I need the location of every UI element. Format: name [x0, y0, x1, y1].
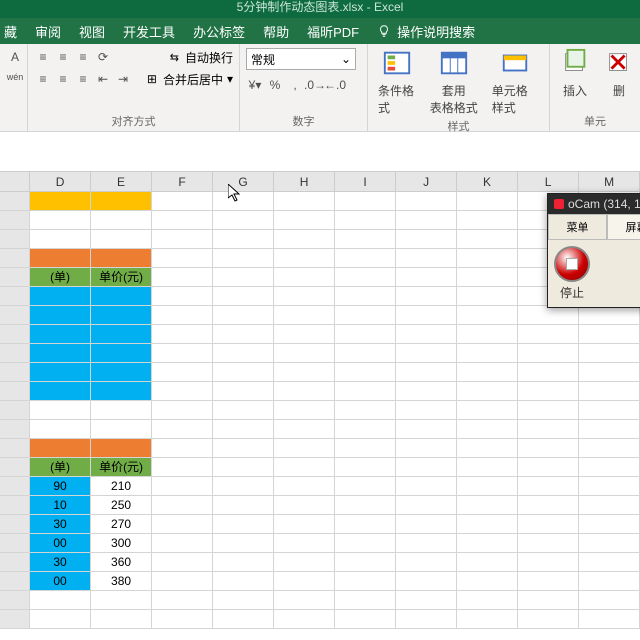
- insert-button[interactable]: 插入: [556, 48, 594, 99]
- indent-dec-icon[interactable]: ⇤: [94, 70, 112, 88]
- menu-bar: 藏 审阅 视图 开发工具 办公标签 帮助 福昕PDF 操作说明搜索: [0, 18, 640, 44]
- stop-icon: [554, 246, 590, 282]
- group-label: 样式: [374, 116, 543, 134]
- select-all[interactable]: [0, 172, 30, 191]
- col-header[interactable]: F: [152, 172, 213, 191]
- align-center-icon[interactable]: ≡: [54, 70, 72, 88]
- ocam-window[interactable]: oCam (314, 13 菜单 屏幕 停止: [547, 193, 640, 308]
- cell[interactable]: 270: [91, 515, 152, 534]
- cell[interactable]: 00: [30, 572, 91, 591]
- font-btn[interactable]: A: [6, 48, 24, 66]
- delete-button[interactable]: 删: [600, 48, 638, 99]
- insert-icon: [560, 48, 590, 78]
- currency-icon[interactable]: ¥▾: [246, 76, 264, 94]
- ocam-titlebar[interactable]: oCam (314, 13: [548, 194, 640, 214]
- cell[interactable]: 10: [30, 496, 91, 515]
- cell-style-button[interactable]: 单元格样式: [488, 48, 543, 116]
- wrap-text-button[interactable]: ⇆自动换行: [170, 48, 233, 66]
- cond-format-icon: [382, 48, 412, 78]
- header-cell[interactable]: 单价(元): [91, 268, 152, 287]
- ocam-tab-menu[interactable]: 菜单: [548, 214, 607, 240]
- group-label: 单元: [556, 111, 634, 129]
- header-cell[interactable]: (单): [30, 458, 91, 477]
- cell[interactable]: 30: [30, 515, 91, 534]
- col-header[interactable]: H: [274, 172, 335, 191]
- ocam-stop-button[interactable]: 停止: [554, 246, 590, 301]
- title-bar: 5分钟制作动态图表.xlsx - Excel: [0, 0, 640, 18]
- menu-item[interactable]: 办公标签: [193, 22, 245, 41]
- col-header[interactable]: E: [91, 172, 152, 191]
- spreadsheet-grid[interactable]: (单)单价(元) (单)单价(元) 90210 10250 30270 0030…: [0, 192, 640, 629]
- table-format-button[interactable]: 套用 表格格式: [426, 48, 482, 116]
- cell[interactable]: 210: [91, 477, 152, 496]
- col-header[interactable]: M: [579, 172, 640, 191]
- ocam-tab-screen[interactable]: 屏幕: [607, 214, 640, 240]
- group-label: 对齐方式: [34, 111, 233, 129]
- align-middle-icon[interactable]: ≡: [54, 48, 72, 66]
- pinyin-btn[interactable]: wén: [6, 68, 24, 86]
- align-left-icon[interactable]: ≡: [34, 70, 52, 88]
- percent-icon[interactable]: %: [266, 76, 284, 94]
- merge-center-button[interactable]: ⊞合并后居中▾: [147, 70, 233, 88]
- cell[interactable]: 90: [30, 477, 91, 496]
- col-header[interactable]: G: [213, 172, 274, 191]
- cell[interactable]: 250: [91, 496, 152, 515]
- column-headers: D E F G H I J K L M: [0, 172, 640, 192]
- conditional-format-button[interactable]: 条件格式: [374, 48, 420, 116]
- align-top-icon[interactable]: ≡: [34, 48, 52, 66]
- cell-style-icon: [500, 48, 530, 78]
- header-cell[interactable]: (单): [30, 268, 91, 287]
- dec-decimal-icon[interactable]: ←.0: [326, 76, 344, 94]
- orientation-icon[interactable]: ⟳: [94, 48, 112, 66]
- formula-bar-area[interactable]: [0, 132, 640, 172]
- menu-item[interactable]: 藏: [4, 22, 17, 41]
- group-label: 数字: [246, 111, 361, 129]
- indent-inc-icon[interactable]: ⇥: [114, 70, 132, 88]
- table-format-icon: [439, 48, 469, 78]
- col-header[interactable]: J: [396, 172, 457, 191]
- lightbulb-icon: [377, 24, 391, 38]
- align-bottom-icon[interactable]: ≡: [74, 48, 92, 66]
- menu-item[interactable]: 福昕PDF: [307, 22, 359, 41]
- delete-icon: [604, 48, 634, 78]
- header-cell[interactable]: 单价(元): [91, 458, 152, 477]
- inc-decimal-icon[interactable]: .0→: [306, 76, 324, 94]
- menu-item[interactable]: 视图: [79, 22, 105, 41]
- cell[interactable]: 380: [91, 572, 152, 591]
- col-header[interactable]: L: [518, 172, 579, 191]
- comma-icon[interactable]: ,: [286, 76, 304, 94]
- chevron-down-icon: ⌄: [341, 52, 351, 66]
- col-header[interactable]: D: [30, 172, 91, 191]
- col-header[interactable]: I: [335, 172, 396, 191]
- number-format-dropdown[interactable]: 常规⌄: [246, 48, 356, 70]
- cell[interactable]: 00: [30, 534, 91, 553]
- cell[interactable]: 300: [91, 534, 152, 553]
- menu-item[interactable]: 帮助: [263, 22, 289, 41]
- cell[interactable]: 360: [91, 553, 152, 572]
- ocam-app-icon: [554, 199, 564, 209]
- menu-item[interactable]: 开发工具: [123, 22, 175, 41]
- tell-me-search[interactable]: 操作说明搜索: [377, 22, 475, 41]
- ribbon: A wén ≡ ≡ ≡ ⟳ ⇆自动换行 ≡ ≡ ≡: [0, 44, 640, 132]
- cell[interactable]: 30: [30, 553, 91, 572]
- col-header[interactable]: K: [457, 172, 518, 191]
- menu-item[interactable]: 审阅: [35, 22, 61, 41]
- align-right-icon[interactable]: ≡: [74, 70, 92, 88]
